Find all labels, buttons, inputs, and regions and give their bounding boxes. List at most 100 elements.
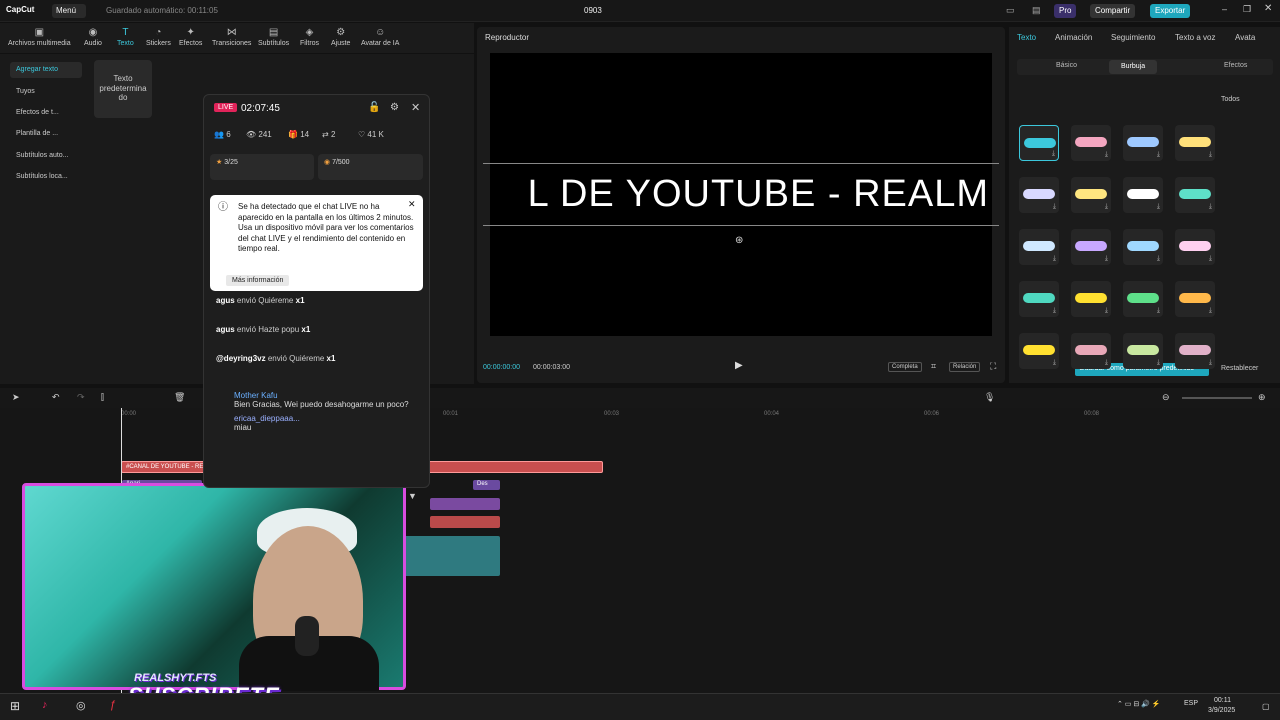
bubble-preset[interactable]: ⤓ bbox=[1019, 125, 1059, 161]
lock-icon[interactable]: 🔓 bbox=[368, 102, 380, 113]
download-icon[interactable]: ⤓ bbox=[1157, 203, 1160, 211]
settings-icon[interactable]: ⚙ bbox=[390, 102, 399, 113]
select-tool-icon[interactable]: ➤ bbox=[12, 392, 20, 403]
download-icon[interactable]: ⤓ bbox=[1105, 307, 1108, 315]
tab-tracking[interactable]: Seguimiento bbox=[1111, 33, 1155, 42]
tiktok-icon[interactable]: ♪ bbox=[42, 699, 48, 711]
tool-text[interactable]: T Texto bbox=[117, 27, 134, 47]
bubble-preset[interactable]: ⤓ bbox=[1175, 229, 1215, 265]
close-icon[interactable]: ✕ bbox=[411, 101, 420, 114]
download-icon[interactable]: ⤓ bbox=[1157, 307, 1160, 315]
minimize-icon[interactable]: – bbox=[1222, 4, 1227, 14]
tool-filters[interactable]: ◈ Filtros bbox=[300, 27, 319, 47]
download-icon[interactable]: ⤓ bbox=[1209, 255, 1212, 263]
bubble-preset[interactable]: ⤓ bbox=[1071, 333, 1111, 369]
download-icon[interactable]: ⤓ bbox=[1209, 307, 1212, 315]
download-icon[interactable]: ⤓ bbox=[1105, 203, 1108, 211]
more-info-button[interactable]: Más información bbox=[226, 275, 290, 287]
windows-start-icon[interactable]: ⊞ bbox=[10, 699, 20, 713]
capcut-icon[interactable]: ◎ bbox=[76, 699, 86, 712]
bubble-preset[interactable]: ⤓ bbox=[1071, 229, 1111, 265]
clock-time[interactable]: 00:11 bbox=[1214, 697, 1231, 704]
menu-button[interactable]: Menú bbox=[52, 4, 86, 18]
sidebar-item-auto-subtitles[interactable]: Subtítulos auto... bbox=[10, 148, 82, 164]
quality-button[interactable]: Completa bbox=[888, 362, 922, 372]
pro-button[interactable]: Pro bbox=[1054, 4, 1077, 18]
delete-icon[interactable]: 🗑 bbox=[174, 392, 185, 403]
subtab-basic[interactable]: Básico bbox=[1056, 62, 1077, 69]
zoom-slider[interactable] bbox=[1182, 397, 1252, 399]
tool-avatar[interactable]: ☺ Avatar de IA bbox=[361, 27, 399, 47]
bubble-preset[interactable]: ⤓ bbox=[1175, 177, 1215, 213]
ratio-button[interactable]: Relación bbox=[949, 362, 981, 372]
rotate-handle-icon[interactable]: ⊛ bbox=[735, 235, 743, 246]
subtab-bubble[interactable]: Burbuja bbox=[1109, 60, 1158, 74]
export-button[interactable]: Exportar bbox=[1150, 4, 1191, 18]
tool-effects[interactable]: ✦ Efectos bbox=[179, 27, 202, 47]
layout-icon[interactable]: ▭ bbox=[1006, 5, 1015, 16]
reset-button[interactable]: Restablecer bbox=[1221, 365, 1258, 372]
subtab-effects[interactable]: Efectos bbox=[1224, 62, 1247, 69]
tab-text[interactable]: Texto bbox=[1017, 33, 1036, 42]
tool-media[interactable]: ▣ Archivos multimedia bbox=[8, 27, 71, 47]
notifications-icon[interactable]: ▢ bbox=[1262, 702, 1270, 711]
tool-transitions[interactable]: ⋈ Transiciones bbox=[212, 27, 251, 47]
download-icon[interactable]: ⤓ bbox=[1157, 359, 1160, 367]
share-button[interactable]: Compartir bbox=[1090, 4, 1136, 18]
bubble-preset[interactable]: ⤓ bbox=[1123, 125, 1163, 161]
download-icon[interactable]: ⤓ bbox=[1105, 151, 1108, 159]
tool-stickers[interactable]: ◔ Stickers bbox=[146, 27, 171, 47]
crop-icon[interactable]: ⌗ bbox=[931, 361, 936, 372]
download-icon[interactable]: ⤓ bbox=[1209, 151, 1212, 159]
download-icon[interactable]: ⤓ bbox=[1105, 359, 1108, 367]
video-clip[interactable] bbox=[402, 536, 500, 576]
bubble-preset[interactable]: ⤓ bbox=[1123, 333, 1163, 369]
bubble-preset[interactable]: ⤓ bbox=[1123, 177, 1163, 213]
download-icon[interactable]: ⤓ bbox=[1053, 255, 1056, 263]
fullscreen-icon[interactable]: ⛶ bbox=[990, 361, 996, 372]
bubble-preset[interactable]: ⤓ bbox=[1019, 229, 1059, 265]
tool-adjust[interactable]: ⚙ Ajuste bbox=[331, 27, 350, 47]
bubble-preset[interactable]: ⤓ bbox=[1019, 177, 1059, 213]
split-icon[interactable]: ⫿ bbox=[101, 392, 104, 403]
zoom-out-icon[interactable]: ⊖ bbox=[1162, 392, 1170, 403]
download-icon[interactable]: ⤓ bbox=[1209, 359, 1212, 367]
download-icon[interactable]: ⤓ bbox=[1105, 255, 1108, 263]
download-icon[interactable]: ⤓ bbox=[1053, 203, 1056, 211]
effect-clip[interactable] bbox=[430, 498, 500, 510]
download-icon[interactable]: ⤓ bbox=[1157, 255, 1160, 263]
bubble-preset[interactable]: ⤓ bbox=[1019, 333, 1059, 369]
default-text-preset[interactable]: Texto predetermina do bbox=[94, 60, 152, 118]
sidebar-item-add-text[interactable]: Agregar texto bbox=[10, 62, 82, 78]
sidebar-item-yours[interactable]: Tuyos bbox=[10, 84, 82, 100]
tab-text-to-speech[interactable]: Texto a voz bbox=[1175, 33, 1215, 42]
bubble-preset[interactable]: ⤓ bbox=[1175, 333, 1215, 369]
redo-icon[interactable]: ↷ bbox=[77, 392, 85, 403]
bubble-preset[interactable]: ⤓ bbox=[1123, 229, 1163, 265]
bubble-preset[interactable]: ⤓ bbox=[1071, 177, 1111, 213]
shortcut-icon[interactable]: ▤ bbox=[1032, 5, 1041, 16]
bubble-preset[interactable]: ⤓ bbox=[1071, 281, 1111, 317]
filter-dropdown[interactable]: Todos bbox=[1221, 96, 1240, 103]
sidebar-item-local-subtitles[interactable]: Subtítulos loca... bbox=[10, 169, 82, 185]
bubble-preset[interactable]: ⤓ bbox=[1175, 125, 1215, 161]
download-icon[interactable]: ⤓ bbox=[1052, 150, 1055, 158]
maximize-icon[interactable]: ❐ bbox=[1243, 4, 1251, 15]
clock-date[interactable]: 3/9/2025 bbox=[1208, 707, 1235, 714]
sidebar-item-templates[interactable]: Plantilla de ... bbox=[10, 126, 82, 142]
tab-animation[interactable]: Animación bbox=[1055, 33, 1092, 42]
bubble-preset[interactable]: ⤓ bbox=[1123, 281, 1163, 317]
tab-avatar[interactable]: Avata bbox=[1235, 33, 1255, 42]
video-caption-text[interactable]: L DE YOUTUBE - REALM bbox=[490, 173, 992, 216]
download-icon[interactable]: ⤓ bbox=[1209, 203, 1212, 211]
zoom-in-icon[interactable]: ⊕ bbox=[1258, 392, 1266, 403]
bubble-preset[interactable]: ⤓ bbox=[1071, 125, 1111, 161]
app-icon[interactable]: ƒ bbox=[110, 699, 116, 711]
filter-icon[interactable]: ▼ bbox=[408, 491, 417, 501]
bubble-preset[interactable]: ⤓ bbox=[1175, 281, 1215, 317]
language-indicator[interactable]: ESP bbox=[1184, 700, 1198, 707]
video-preview[interactable]: L DE YOUTUBE - REALM ⊛ bbox=[483, 53, 999, 336]
download-icon[interactable]: ⤓ bbox=[1053, 359, 1056, 367]
tool-subtitles[interactable]: ▤ Subtítulos bbox=[258, 27, 289, 47]
bubble-preset[interactable]: ⤓ bbox=[1019, 281, 1059, 317]
